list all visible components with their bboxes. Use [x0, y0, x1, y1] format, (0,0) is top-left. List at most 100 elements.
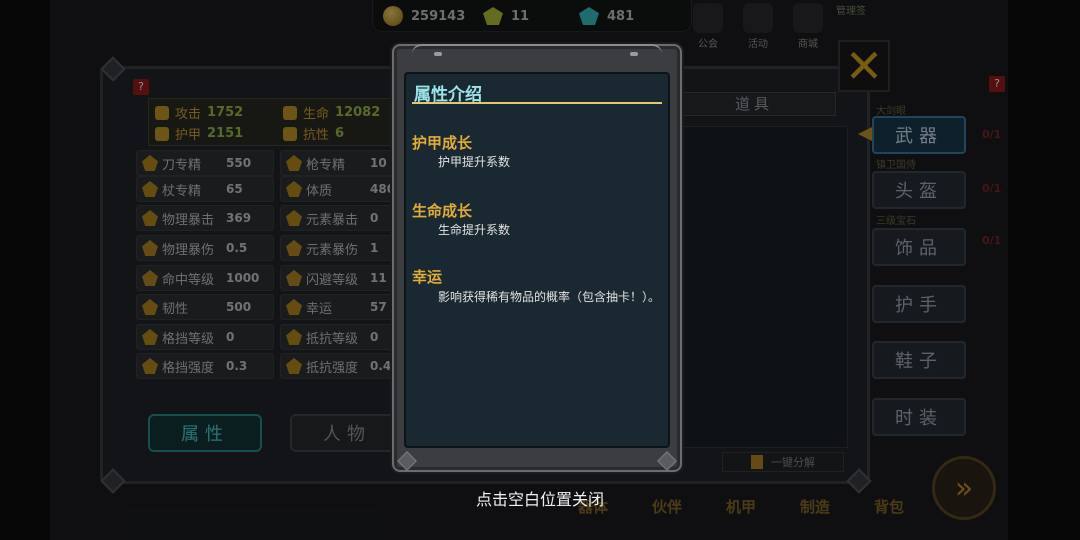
gold-value: 259143: [411, 8, 466, 24]
dialog-frame-top: [412, 44, 662, 56]
slot-count: 0/1: [982, 182, 1002, 195]
gem-resource: 11: [483, 6, 529, 26]
slot-count: 0/1: [982, 128, 1002, 141]
help-icon[interactable]: ?: [989, 76, 1005, 92]
guild-label: 公会: [698, 39, 718, 50]
top-menu: 公会 活动 商城: [686, 0, 830, 50]
dialog-content: 属性介绍 护甲成长 护甲提升系数 生命成长 生命提升系数 幸运 影响获得稀有物品…: [404, 72, 670, 448]
hp-stat: 生命 12082: [283, 103, 380, 122]
stat-icon: [142, 240, 158, 256]
stat-label: 抵抗等级: [306, 331, 359, 347]
shop-button[interactable]: 商城: [786, 0, 830, 50]
salvage-label: 一键分解: [771, 456, 815, 469]
stat-icon: [142, 181, 158, 197]
tab-attributes[interactable]: 属性: [148, 414, 262, 452]
resist-stat: 抗性 6: [283, 124, 344, 143]
gold-resource: 259143: [383, 6, 465, 26]
shield-icon: [155, 126, 169, 141]
stat-value: 369: [226, 211, 252, 225]
corner-bolt-icon: [657, 451, 677, 471]
stat-row: 韧性 500: [136, 294, 274, 320]
top-tag: 管理签: [836, 6, 866, 17]
stat-label: 刀专精: [162, 157, 202, 173]
slot-accessory[interactable]: 饰品: [872, 228, 966, 266]
attack-stat: 攻击 1752: [155, 103, 243, 122]
stat-label: 元素暴伤: [306, 242, 359, 258]
stat-label: 物理暴击: [162, 212, 215, 228]
stat-value: 0: [226, 330, 235, 344]
stat-label: 物理暴伤: [162, 242, 215, 258]
stat-value: 500: [226, 300, 252, 314]
shop-label: 商城: [798, 39, 818, 50]
inventory-grid: [672, 126, 848, 448]
stats-summary: 攻击 1752 生命 12082 护甲 2151 抗性 6: [148, 98, 398, 146]
slot-gloves[interactable]: 护手: [872, 285, 966, 323]
stat-label: 格挡强度: [162, 360, 215, 376]
stat-label: 杖专精: [162, 183, 202, 199]
salvage-all-button[interactable]: 一键分解: [722, 452, 844, 472]
stat-row: 杖专精 65: [136, 176, 274, 202]
trash-icon: [751, 455, 763, 469]
stat-value: 2151: [207, 126, 244, 141]
events-button[interactable]: 活动: [736, 0, 780, 50]
section-title: 护甲成长: [412, 134, 473, 152]
stat-icon: [286, 155, 302, 171]
left-edge: [0, 0, 50, 540]
stat-value: 1752: [207, 105, 244, 120]
stat-icon: [142, 210, 158, 226]
stat-value: 57: [370, 300, 387, 314]
slot-weapon[interactable]: 武器: [872, 116, 966, 154]
section-desc: 影响获得稀有物品的概率（包含抽卡！）。: [438, 290, 661, 304]
resource-bar: 259143 11 481: [372, 0, 692, 32]
stat-icon: [286, 181, 302, 197]
right-edge: [1008, 0, 1080, 540]
help-icon[interactable]: ?: [133, 79, 149, 95]
slot-tag: 镇卫国侍: [876, 160, 916, 171]
stat-row: 格挡强度 0.3: [136, 353, 274, 379]
stat-label: 护甲: [175, 128, 202, 143]
corner-bolt-icon: [397, 451, 417, 471]
slot-tag: 大剑眼: [876, 106, 906, 117]
stat-value: 12082: [335, 105, 381, 120]
stat-icon: [286, 358, 302, 374]
stat-value: 550: [226, 156, 252, 170]
stat-icon: [142, 270, 158, 286]
guild-button[interactable]: 公会: [686, 0, 730, 50]
slot-boots[interactable]: 鞋子: [872, 341, 966, 379]
stat-icon: [286, 270, 302, 286]
attribute-info-dialog: 属性介绍 护甲成长 护甲提升系数 生命成长 生命提升系数 幸运 影响获得稀有物品…: [392, 44, 682, 472]
stat-icon: [142, 358, 158, 374]
stat-icon: [286, 210, 302, 226]
inventory-filter-dropdown[interactable]: 道具: [672, 92, 836, 116]
sword-icon: [155, 105, 169, 120]
stat-label: 元素暴击: [306, 212, 359, 228]
stat-icon: [142, 155, 158, 171]
diamond-value: 481: [607, 8, 635, 24]
stat-label: 闪避等级: [306, 272, 359, 288]
slot-tag: 三级宝石: [876, 216, 916, 227]
heart-icon: [283, 105, 297, 120]
stat-value: 0: [370, 330, 379, 344]
shop-cart-icon: [793, 3, 823, 33]
section-desc: 护甲提升系数: [438, 155, 511, 169]
slot-costume[interactable]: 时装: [872, 398, 966, 436]
stat-label: 生命: [303, 107, 330, 122]
stat-value: 10: [370, 156, 387, 170]
gem-value: 11: [511, 8, 530, 24]
stat-value: 0.3: [226, 359, 248, 373]
slot-helmet[interactable]: 头盔: [872, 171, 966, 209]
stat-row: 命中等级 1000: [136, 265, 274, 291]
section-title: 幸运: [412, 268, 443, 286]
stat-value: 65: [226, 182, 243, 196]
stat-icon: [142, 299, 158, 315]
stat-row: 物理暴击 369: [136, 205, 274, 231]
stat-row: 物理暴伤 0.5: [136, 235, 274, 261]
guild-icon: [693, 3, 723, 33]
stat-icon: [286, 299, 302, 315]
close-icon[interactable]: ✕: [838, 40, 890, 92]
tab-character[interactable]: 人物: [290, 414, 404, 452]
slot-count: 0/1: [982, 234, 1002, 247]
stat-value: 0: [370, 211, 379, 225]
stat-value: 0.5: [226, 241, 248, 255]
bolt-icon: [630, 52, 638, 56]
